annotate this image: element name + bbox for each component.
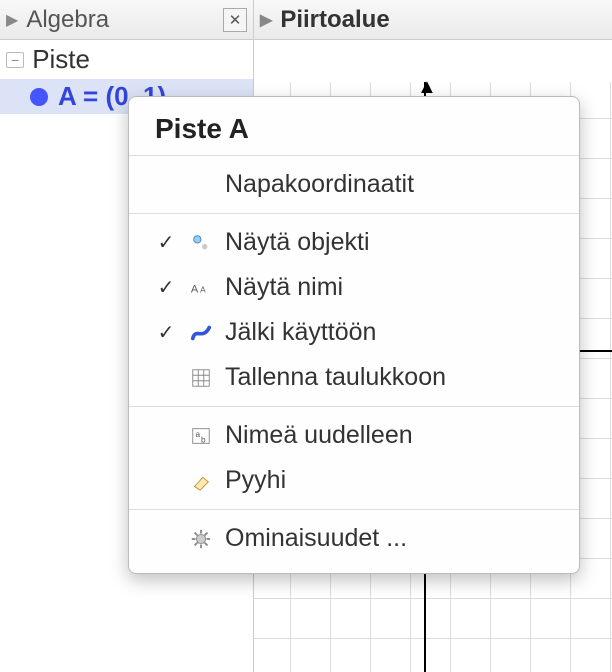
- menu-show-object[interactable]: ✓ Näytä objekti: [129, 220, 579, 265]
- menu-record-to-spreadsheet[interactable]: Tallenna taulukkoon: [129, 355, 579, 400]
- label-aa-icon: AA: [189, 276, 213, 300]
- rename-icon: ab: [189, 424, 213, 448]
- menu-show-label[interactable]: ✓ AA Näytä nimi: [129, 265, 579, 310]
- algebra-panel-header[interactable]: ▶ Algebra ✕: [0, 0, 254, 40]
- eraser-icon: [189, 469, 213, 493]
- gear-icon: [189, 527, 213, 551]
- tree-category[interactable]: − Piste: [0, 40, 253, 79]
- y-axis-arrow-icon: ▲: [417, 82, 437, 92]
- menu-polar-coordinates[interactable]: Napakoordinaatit: [129, 162, 579, 207]
- menu-label: Nimeä uudelleen: [225, 421, 413, 450]
- svg-text:b: b: [201, 435, 206, 444]
- spreadsheet-icon: [189, 366, 213, 390]
- context-menu: Piste A Napakoordinaatit ✓ Näytä objekti…: [128, 96, 580, 574]
- menu-label: Ominaisuudet ...: [225, 524, 407, 553]
- menu-label: Pyyhi: [225, 466, 286, 495]
- algebra-title: Algebra: [26, 6, 223, 34]
- checkmark-icon: ✓: [155, 230, 177, 255]
- menu-label: Tallenna taulukkoon: [225, 363, 446, 392]
- close-icon[interactable]: ✕: [223, 8, 247, 32]
- menu-title: Piste A: [129, 103, 579, 156]
- graph-panel-header[interactable]: ▶ Piirtoalue: [254, 0, 612, 40]
- menu-label: Jälki käyttöön: [225, 318, 376, 347]
- menu-label: Näytä nimi: [225, 273, 343, 302]
- menu-properties[interactable]: Ominaisuudet ...: [129, 516, 579, 561]
- point-visibility-dot-icon[interactable]: [30, 88, 48, 106]
- checkmark-icon: ✓: [155, 275, 177, 300]
- menu-trace-on[interactable]: ✓ Jälki käyttöön: [129, 310, 579, 355]
- svg-text:A: A: [191, 283, 199, 295]
- category-label: Piste: [32, 44, 90, 75]
- checkmark-icon: ✓: [155, 320, 177, 345]
- collapse-triangle-icon: ▶: [260, 10, 272, 30]
- menu-rename[interactable]: ab Nimeä uudelleen: [129, 413, 579, 458]
- graph-title: Piirtoalue: [280, 6, 606, 34]
- collapse-triangle-icon: ▶: [6, 10, 18, 30]
- collapse-icon[interactable]: −: [6, 52, 24, 68]
- blank-icon: [189, 173, 213, 197]
- trace-icon: [189, 321, 213, 345]
- svg-text:a: a: [196, 429, 201, 438]
- svg-text:A: A: [200, 285, 206, 294]
- menu-delete[interactable]: Pyyhi: [129, 458, 579, 503]
- show-object-icon: [189, 231, 213, 255]
- menu-label: Napakoordinaatit: [225, 170, 414, 199]
- menu-label: Näytä objekti: [225, 228, 370, 257]
